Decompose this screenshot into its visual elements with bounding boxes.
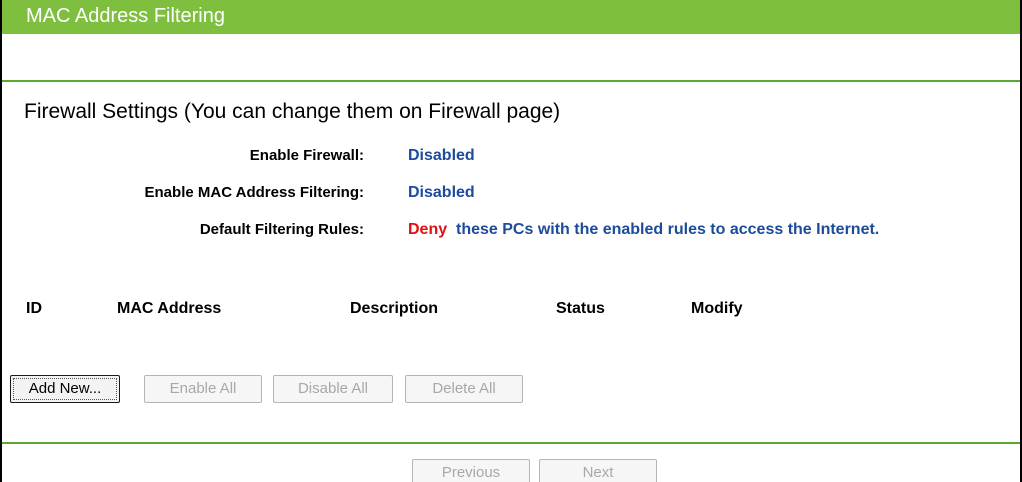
delete-all-button[interactable]: Delete All — [405, 375, 523, 403]
enable-firewall-label: Enable Firewall: — [249, 147, 364, 164]
add-new-button[interactable]: Add New... — [10, 375, 120, 403]
enable-firewall-value: Disabled — [408, 147, 475, 164]
divider-top — [2, 80, 1020, 82]
enable-mac-filtering-label: Enable MAC Address Filtering: — [144, 184, 364, 201]
column-header-id: ID — [26, 300, 42, 317]
firewall-settings-heading: Firewall Settings (You can change them o… — [24, 100, 561, 123]
column-header-status: Status — [556, 300, 605, 317]
header-bar: MAC Address Filtering — [2, 0, 1020, 34]
column-header-mac-address: MAC Address — [117, 300, 222, 317]
default-filtering-rules-value: Deny these PCs with the enabled rules to… — [408, 221, 879, 239]
enable-mac-filtering-value: Disabled — [408, 184, 475, 201]
previous-button[interactable]: Previous — [412, 459, 530, 482]
column-header-description: Description — [350, 300, 439, 317]
disable-all-button[interactable]: Disable All — [273, 375, 393, 403]
mac-filtering-page: MAC Address Filtering Firewall Settings … — [0, 0, 1022, 482]
page-title: MAC Address Filtering — [26, 5, 225, 27]
column-header-modify: Modify — [691, 300, 743, 317]
divider-bottom — [2, 442, 1020, 444]
default-filtering-rules-label: Default Filtering Rules: — [199, 221, 364, 238]
deny-rule-action: Deny — [408, 221, 448, 238]
enable-all-button[interactable]: Enable All — [144, 375, 262, 403]
next-button[interactable]: Next — [539, 459, 657, 482]
rule-description: these PCs with the enabled rules to acce… — [456, 221, 880, 238]
